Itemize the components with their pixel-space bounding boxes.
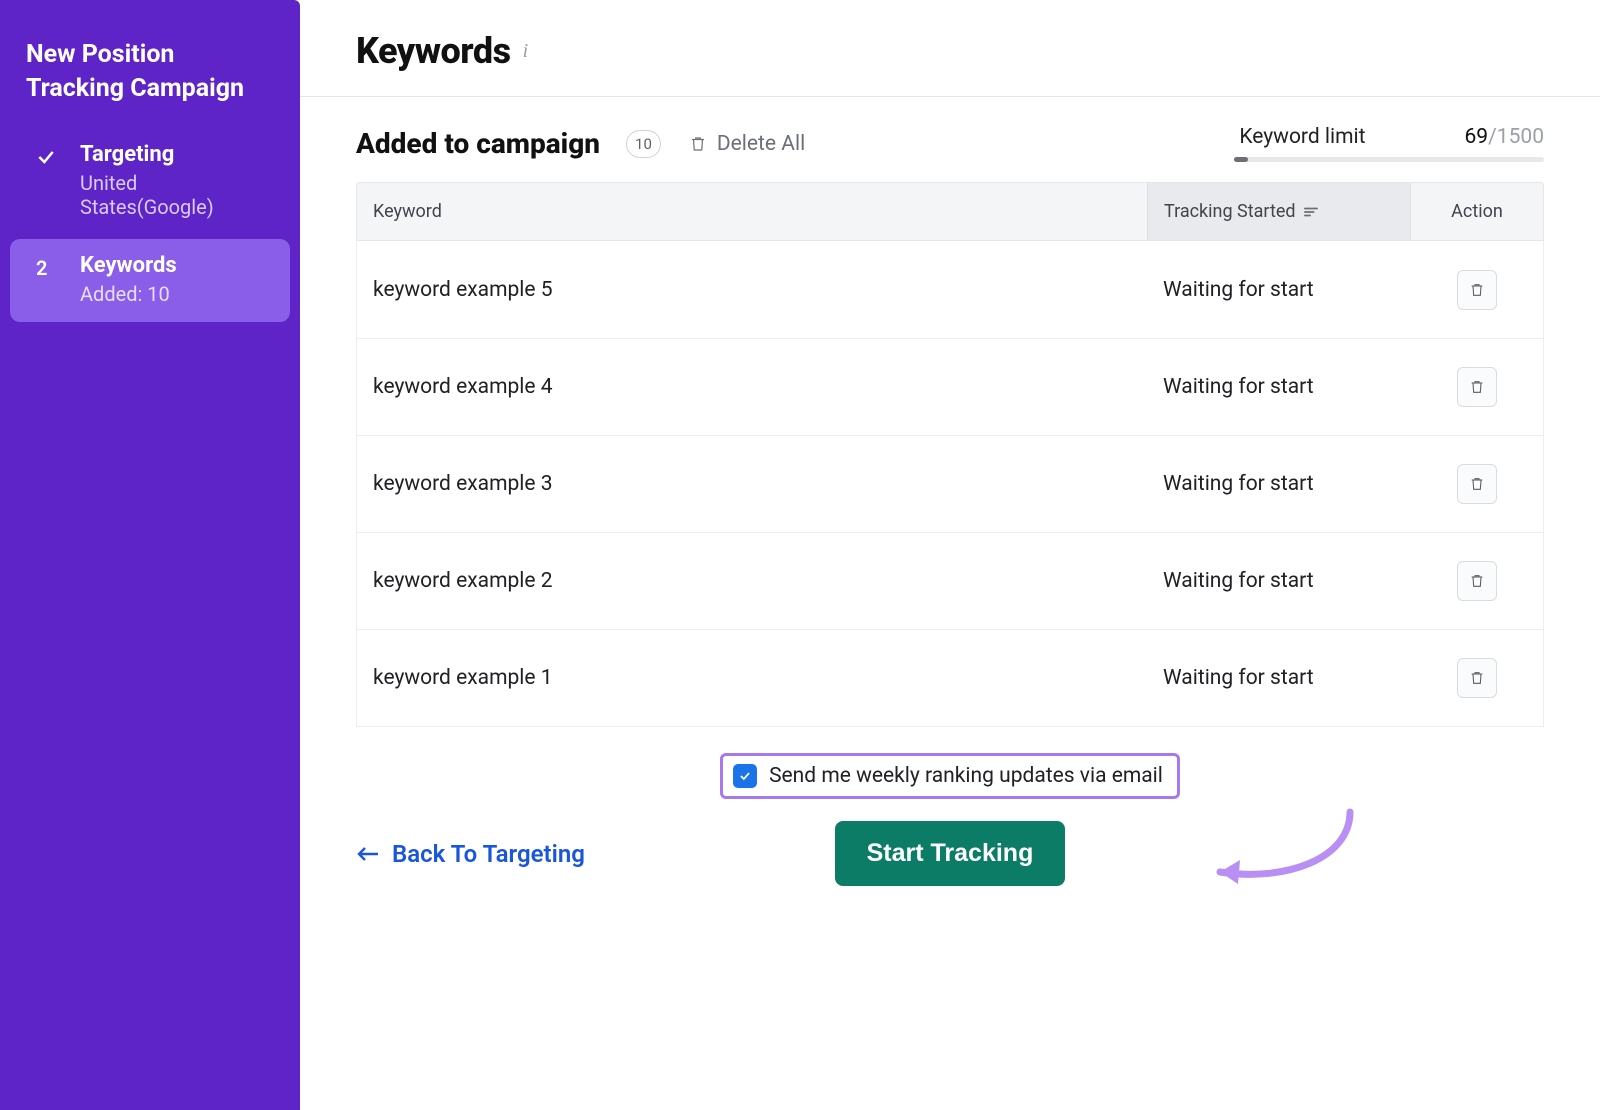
cell-keyword: keyword example 4 <box>357 375 1147 399</box>
delete-row-button[interactable] <box>1457 561 1497 601</box>
table-row: keyword example 5Waiting for start <box>357 241 1543 338</box>
keyword-limit: Keyword limit 69/1500 <box>1234 125 1544 162</box>
step-number: 2 <box>36 253 64 283</box>
step-label: Targeting <box>80 142 270 167</box>
column-action: Action <box>1411 183 1543 240</box>
cell-tracking-status: Waiting for start <box>1147 569 1411 593</box>
wizard-sidebar: New Position Tracking Campaign Targeting… <box>0 0 300 1110</box>
keywords-table: Keyword Tracking Started Action keyword … <box>356 182 1544 727</box>
cell-action <box>1411 464 1543 504</box>
checkbox-checked-icon <box>733 764 757 788</box>
cell-keyword: keyword example 3 <box>357 472 1147 496</box>
cell-action <box>1411 658 1543 698</box>
limit-progress <box>1234 157 1544 162</box>
delete-row-button[interactable] <box>1457 270 1497 310</box>
table-row: keyword example 4Waiting for start <box>357 338 1543 435</box>
main-panel: Keywords i Added to campaign 10 Delete A… <box>300 0 1600 1110</box>
cell-keyword: keyword example 1 <box>357 666 1147 690</box>
cell-action <box>1411 561 1543 601</box>
cell-keyword: keyword example 5 <box>357 278 1147 302</box>
cell-action <box>1411 367 1543 407</box>
back-to-targeting-link[interactable]: Back To Targeting <box>356 840 585 868</box>
trash-icon <box>1469 281 1485 299</box>
column-tracking-started[interactable]: Tracking Started <box>1147 183 1411 240</box>
table-row: keyword example 2Waiting for start <box>357 532 1543 629</box>
info-icon[interactable]: i <box>523 40 529 63</box>
start-tracking-button[interactable]: Start Tracking <box>835 821 1066 886</box>
column-keyword[interactable]: Keyword <box>357 183 1147 240</box>
limit-sep: / <box>1488 125 1497 149</box>
step-sub: Added: 10 <box>80 282 177 306</box>
arrow-left-icon <box>356 845 380 863</box>
check-icon <box>36 142 64 172</box>
cell-action <box>1411 270 1543 310</box>
limit-max: 1500 <box>1497 125 1544 149</box>
delete-row-button[interactable] <box>1457 658 1497 698</box>
subheader-row: Added to campaign 10 Delete All Keyword … <box>356 125 1544 162</box>
app-root: New Position Tracking Campaign Targeting… <box>0 0 1600 1110</box>
limit-label: Keyword limit <box>1239 125 1365 149</box>
footer-controls: Send me weekly ranking updates via email… <box>356 753 1544 886</box>
step-targeting[interactable]: Targeting United States(Google) <box>10 128 290 235</box>
subheader-title: Added to campaign <box>356 127 600 160</box>
page-title: Keywords <box>356 30 511 72</box>
step-label: Keywords <box>80 253 177 278</box>
sort-desc-icon <box>1304 206 1318 218</box>
cell-keyword: keyword example 2 <box>357 569 1147 593</box>
table-body[interactable]: keyword example 5Waiting for startkeywor… <box>356 241 1544 727</box>
weekly-email-checkbox[interactable]: Send me weekly ranking updates via email <box>720 753 1180 799</box>
delete-all-button[interactable]: Delete All <box>689 132 805 156</box>
keyword-count-pill: 10 <box>626 130 661 158</box>
table-header: Keyword Tracking Started Action <box>356 182 1544 241</box>
delete-row-button[interactable] <box>1457 464 1497 504</box>
sidebar-title: New Position Tracking Campaign <box>0 38 300 128</box>
trash-icon <box>1469 669 1485 687</box>
table-row: keyword example 3Waiting for start <box>357 435 1543 532</box>
cell-tracking-status: Waiting for start <box>1147 375 1411 399</box>
cell-tracking-status: Waiting for start <box>1147 472 1411 496</box>
limit-current: 69 <box>1465 125 1489 149</box>
step-sub: United States(Google) <box>80 171 270 219</box>
cell-tracking-status: Waiting for start <box>1147 278 1411 302</box>
page-header: Keywords i <box>300 0 1600 97</box>
step-keywords[interactable]: 2 Keywords Added: 10 <box>10 239 290 322</box>
table-row: keyword example 1Waiting for start <box>357 629 1543 726</box>
delete-row-button[interactable] <box>1457 367 1497 407</box>
annotation-arrow-icon <box>1190 804 1360 894</box>
content: Added to campaign 10 Delete All Keyword … <box>300 97 1600 1110</box>
trash-icon <box>1469 572 1485 590</box>
trash-icon <box>689 134 707 154</box>
cell-tracking-status: Waiting for start <box>1147 666 1411 690</box>
trash-icon <box>1469 475 1485 493</box>
trash-icon <box>1469 378 1485 396</box>
